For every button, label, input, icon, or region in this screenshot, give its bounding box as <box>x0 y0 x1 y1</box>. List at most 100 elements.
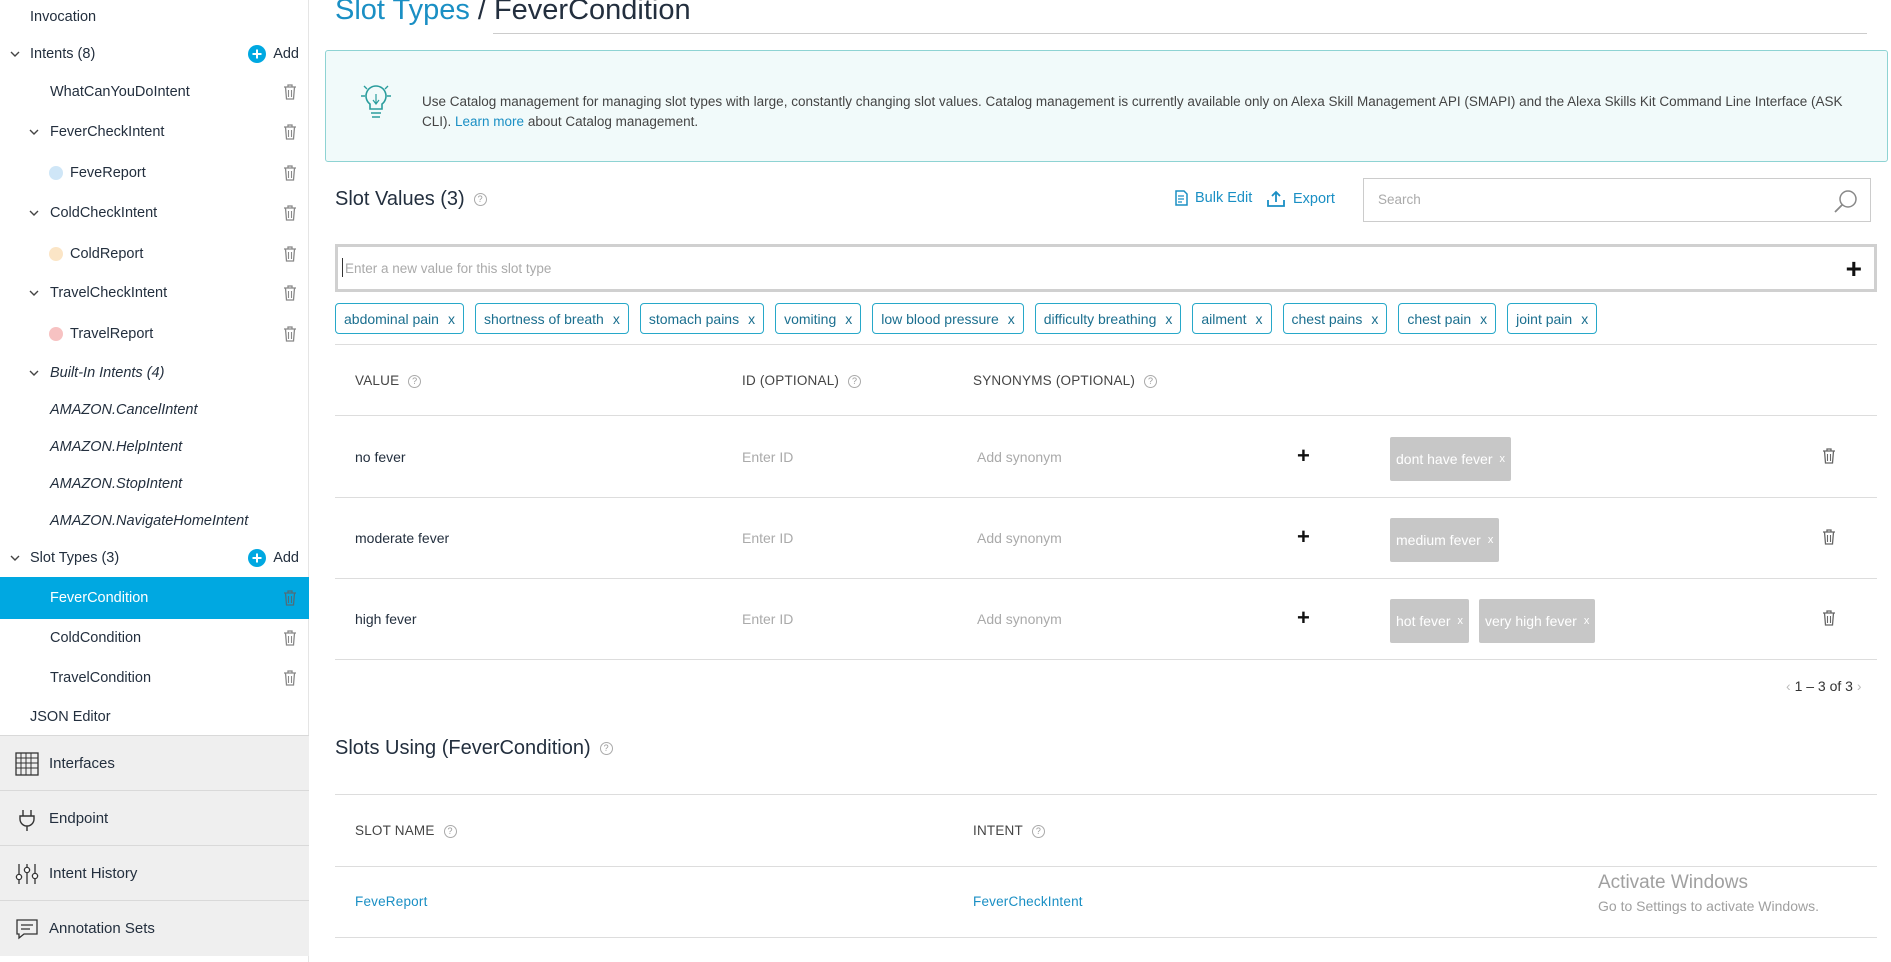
sidebar-item-builtin[interactable]: AMAZON.NavigateHomeIntent <box>0 501 309 541</box>
sidebar-item-slot[interactable]: TravelReport <box>0 314 309 354</box>
chevron-down-icon[interactable] <box>9 552 21 564</box>
value-chip[interactable]: chest pain x <box>1398 303 1497 334</box>
chevron-down-icon[interactable] <box>9 48 21 60</box>
help-icon[interactable]: ? <box>443 824 457 838</box>
help-icon[interactable]: ? <box>1031 824 1045 838</box>
trash-icon[interactable] <box>282 83 298 101</box>
chip-remove-icon[interactable]: x <box>448 311 455 327</box>
export-button[interactable]: Export <box>1266 190 1335 208</box>
remove-synonym-icon[interactable]: x <box>1584 615 1590 627</box>
value-chip[interactable]: vomiting x <box>775 303 862 334</box>
value-chip[interactable]: chest pains x <box>1282 303 1388 334</box>
trash-icon[interactable] <box>282 204 298 222</box>
trash-icon[interactable] <box>282 325 298 343</box>
sidebar-section-annotation-sets[interactable]: Annotation Sets <box>0 900 309 956</box>
search-input[interactable]: Search <box>1363 178 1871 222</box>
chevron-down-icon[interactable] <box>28 207 40 219</box>
trash-icon[interactable] <box>282 245 298 263</box>
value-chip[interactable]: shortness of breath x <box>474 303 629 334</box>
chip-remove-icon[interactable]: x <box>1480 311 1487 327</box>
slot-value-text[interactable]: high fever <box>355 611 416 627</box>
intent-link[interactable]: FeverCheckIntent <box>973 894 1083 909</box>
chip-remove-icon[interactable]: x <box>748 311 755 327</box>
chip-remove-icon[interactable]: x <box>845 311 852 327</box>
sidebar-item-builtin[interactable]: AMAZON.StopIntent <box>0 464 309 504</box>
add-synonym-button[interactable]: + <box>1297 443 1310 469</box>
remove-synonym-icon[interactable]: x <box>1500 453 1506 465</box>
breadcrumb-slot-types[interactable]: Slot Types <box>335 0 470 26</box>
sidebar-item-slot[interactable]: FeveReport <box>0 153 309 193</box>
synonym-field[interactable]: Add synonym <box>977 611 1062 627</box>
slot-type-name[interactable]: FeverCondition <box>494 0 691 26</box>
sidebar-item-slot[interactable]: ColdReport <box>0 234 309 274</box>
remove-synonym-icon[interactable]: x <box>1457 615 1463 627</box>
trash-icon[interactable] <box>282 123 298 141</box>
trash-icon[interactable] <box>282 589 298 607</box>
sidebar-item-intent[interactable]: ColdCheckIntent <box>0 193 309 233</box>
chip-remove-icon[interactable]: x <box>613 311 620 327</box>
chip-remove-icon[interactable]: x <box>1371 311 1378 327</box>
id-field[interactable]: Enter ID <box>742 449 793 465</box>
value-chip[interactable]: abdominal pain x <box>335 303 464 334</box>
chip-remove-icon[interactable]: x <box>1256 311 1263 327</box>
help-icon[interactable]: ? <box>599 742 613 756</box>
add-intent-button[interactable]: Add <box>248 45 299 63</box>
value-chip[interactable]: ailment x <box>1192 303 1272 334</box>
help-icon[interactable]: ? <box>473 193 487 207</box>
chip-remove-icon[interactable]: x <box>1581 311 1588 327</box>
add-value-button[interactable]: + <box>1846 255 1862 283</box>
chip-remove-icon[interactable]: x <box>1165 311 1172 327</box>
sidebar-item-intent[interactable]: FeverCheckIntent <box>0 112 309 152</box>
trash-icon[interactable] <box>282 164 298 182</box>
trash-icon[interactable] <box>282 629 298 647</box>
prev-page-icon[interactable]: ‹ <box>1786 678 1791 694</box>
next-page-icon[interactable]: › <box>1857 678 1862 694</box>
remove-synonym-icon[interactable]: x <box>1488 534 1494 546</box>
slot-name-link[interactable]: FeveReport <box>355 894 428 909</box>
trash-icon[interactable] <box>282 284 298 302</box>
add-slot-type-button[interactable]: Add <box>248 549 299 567</box>
bulk-edit-button[interactable]: Bulk Edit <box>1174 190 1252 206</box>
add-synonym-button[interactable]: + <box>1297 524 1310 550</box>
sidebar-slot-types-header[interactable]: Slot Types (3) Add <box>0 538 309 578</box>
sidebar-builtin-header[interactable]: Built-In Intents (4) <box>0 353 309 393</box>
value-chip[interactable]: difficulty breathing x <box>1034 303 1182 334</box>
new-slot-value-input[interactable]: Enter a new value for this slot type + <box>335 244 1877 292</box>
sidebar-intents-header[interactable]: Intents (8) Add <box>0 34 309 74</box>
value-chip[interactable]: joint pain x <box>1507 303 1598 334</box>
sidebar-item-intent[interactable]: TravelCheckIntent <box>0 273 309 313</box>
id-field[interactable]: Enter ID <box>742 611 793 627</box>
add-synonym-button[interactable]: + <box>1297 605 1310 631</box>
sidebar-item-slot-type[interactable]: ColdCondition <box>0 618 309 658</box>
id-field[interactable]: Enter ID <box>742 530 793 546</box>
sidebar-item-builtin[interactable]: AMAZON.CancelIntent <box>0 390 309 430</box>
sidebar-item-intent[interactable]: WhatCanYouDoIntent <box>0 72 309 112</box>
trash-icon[interactable] <box>1821 528 1837 546</box>
help-icon[interactable]: ? <box>1144 374 1158 388</box>
synonym-field[interactable]: Add synonym <box>977 449 1062 465</box>
trash-icon[interactable] <box>1821 447 1837 465</box>
trash-icon[interactable] <box>1821 609 1837 627</box>
chip-remove-icon[interactable]: x <box>1008 311 1015 327</box>
sidebar-section-endpoint[interactable]: Endpoint <box>0 790 309 846</box>
sidebar-item-invocation[interactable]: Invocation <box>0 0 309 37</box>
sidebar-item-builtin[interactable]: AMAZON.HelpIntent <box>0 427 309 467</box>
sidebar-item-json-editor[interactable]: JSON Editor <box>0 697 309 737</box>
value-chip[interactable]: low blood pressure x <box>872 303 1024 334</box>
chevron-down-icon[interactable] <box>28 287 40 299</box>
sidebar-section-intent-history[interactable]: Intent History <box>0 845 309 901</box>
slot-value-text[interactable]: no fever <box>355 449 406 465</box>
sidebar-item-slot-type[interactable]: FeverCondition <box>0 577 309 619</box>
trash-icon[interactable] <box>282 669 298 687</box>
search-icon[interactable] <box>1833 188 1859 214</box>
help-icon[interactable]: ? <box>848 374 862 388</box>
learn-more-link[interactable]: Learn more <box>455 114 524 129</box>
value-chip[interactable]: stomach pains x <box>639 303 765 334</box>
help-icon[interactable]: ? <box>408 374 422 388</box>
sidebar-section-interfaces[interactable]: Interfaces <box>0 735 309 791</box>
chevron-down-icon[interactable] <box>28 367 40 379</box>
sidebar-item-slot-type[interactable]: TravelCondition <box>0 658 309 698</box>
synonym-field[interactable]: Add synonym <box>977 530 1062 546</box>
slot-value-text[interactable]: moderate fever <box>355 530 449 546</box>
chevron-down-icon[interactable] <box>28 126 40 138</box>
